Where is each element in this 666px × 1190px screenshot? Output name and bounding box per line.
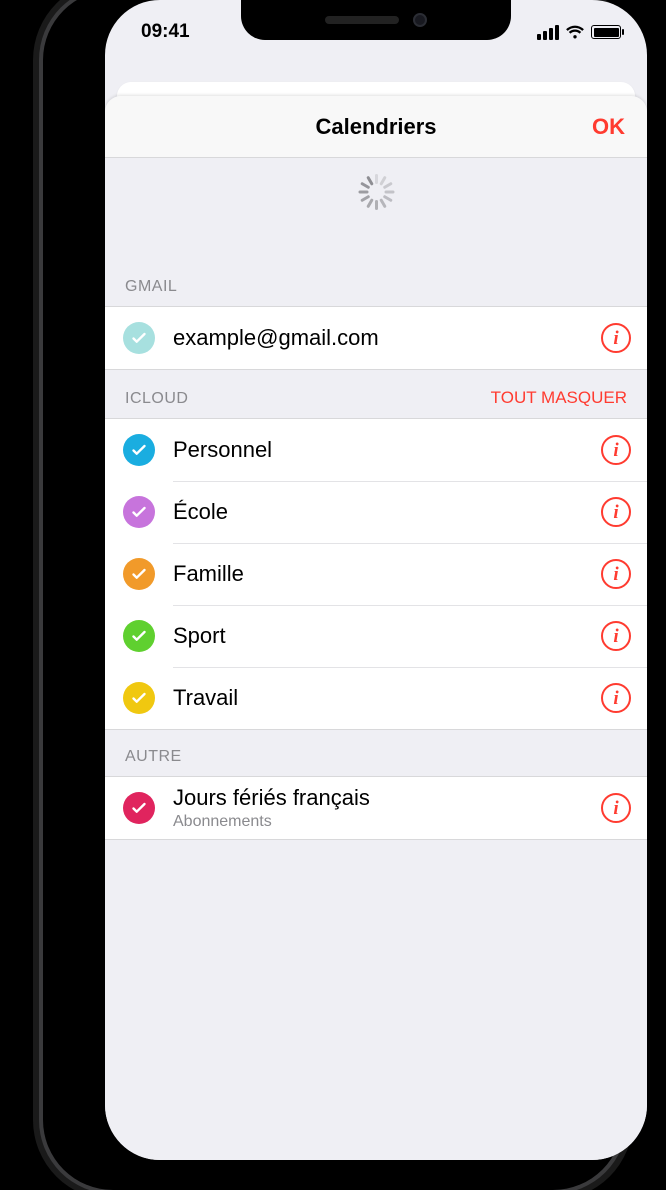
info-button[interactable]: i — [601, 621, 631, 651]
volume-up-button — [34, 255, 43, 350]
info-button[interactable]: i — [601, 683, 631, 713]
cellular-icon — [537, 25, 559, 40]
section-header: ICLOUD TOUT MASQUER — [105, 370, 647, 418]
row-text: Jours fériés français Abonnements — [173, 777, 591, 838]
calendar-list: Personnel i École i Famille i Sport i Travail i — [105, 418, 647, 730]
checkmark-icon[interactable] — [123, 434, 155, 466]
page-title: Calendriers — [315, 114, 436, 140]
section-label: ICLOUD — [125, 390, 188, 408]
info-button[interactable]: i — [601, 435, 631, 465]
screen: 09:41 Calendriers OK GMAIL example@gmail.… — [105, 0, 647, 1160]
calendar-title: Travail — [173, 685, 591, 711]
calendar-title: Personnel — [173, 437, 591, 463]
calendar-row[interactable]: example@gmail.com i — [105, 307, 647, 369]
section-label: AUTRE — [125, 748, 182, 766]
info-icon: i — [613, 565, 618, 584]
refresh-area[interactable] — [105, 158, 647, 278]
info-icon: i — [613, 329, 618, 348]
row-text: Personnel — [173, 429, 591, 471]
calendar-row[interactable]: Travail i — [105, 667, 647, 729]
row-text: example@gmail.com — [173, 317, 591, 359]
info-button[interactable]: i — [601, 497, 631, 527]
calendar-row[interactable]: Famille i — [105, 543, 647, 605]
calendar-title: Sport — [173, 623, 591, 649]
section-header: AUTRE — [105, 730, 647, 776]
notch — [241, 0, 511, 40]
row-text: École — [173, 491, 591, 533]
battery-icon — [591, 25, 621, 39]
calendar-title: École — [173, 499, 591, 525]
calendar-subtitle: Abonnements — [173, 813, 591, 831]
section-label: GMAIL — [125, 278, 177, 296]
wifi-icon — [565, 24, 585, 40]
calendar-list: Jours fériés français Abonnements i — [105, 776, 647, 840]
info-icon: i — [613, 627, 618, 646]
info-icon: i — [613, 689, 618, 708]
nav-bar: Calendriers OK — [105, 96, 647, 158]
row-text: Famille — [173, 553, 591, 595]
info-icon: i — [613, 799, 618, 818]
info-icon: i — [613, 441, 618, 460]
calendar-row[interactable]: Jours fériés français Abonnements i — [105, 777, 647, 839]
status-time: 09:41 — [141, 21, 190, 43]
done-button[interactable]: OK — [592, 114, 625, 140]
phone-frame: 09:41 Calendriers OK GMAIL example@gmail.… — [43, 0, 623, 1190]
calendar-title: Jours fériés français — [173, 785, 591, 811]
checkmark-icon[interactable] — [123, 682, 155, 714]
row-text: Travail — [173, 677, 591, 719]
checkmark-icon[interactable] — [123, 558, 155, 590]
calendar-title: Famille — [173, 561, 591, 587]
calendar-row[interactable]: Personnel i — [105, 419, 647, 481]
calendar-list: example@gmail.com i — [105, 306, 647, 370]
calendar-title: example@gmail.com — [173, 325, 591, 351]
info-icon: i — [613, 503, 618, 522]
volume-down-button — [34, 365, 43, 460]
spinner-icon — [358, 174, 394, 210]
calendar-row[interactable]: Sport i — [105, 605, 647, 667]
checkmark-icon[interactable] — [123, 322, 155, 354]
hide-all-button[interactable]: TOUT MASQUER — [491, 388, 627, 408]
info-button[interactable]: i — [601, 323, 631, 353]
info-button[interactable]: i — [601, 559, 631, 589]
info-button[interactable]: i — [601, 793, 631, 823]
section-header: GMAIL — [105, 278, 647, 306]
calendar-row[interactable]: École i — [105, 481, 647, 543]
row-text: Sport — [173, 615, 591, 657]
calendars-sheet: Calendriers OK GMAIL example@gmail.com i IC… — [105, 96, 647, 1160]
checkmark-icon[interactable] — [123, 496, 155, 528]
volume-switch — [34, 180, 43, 235]
checkmark-icon[interactable] — [123, 620, 155, 652]
checkmark-icon[interactable] — [123, 792, 155, 824]
